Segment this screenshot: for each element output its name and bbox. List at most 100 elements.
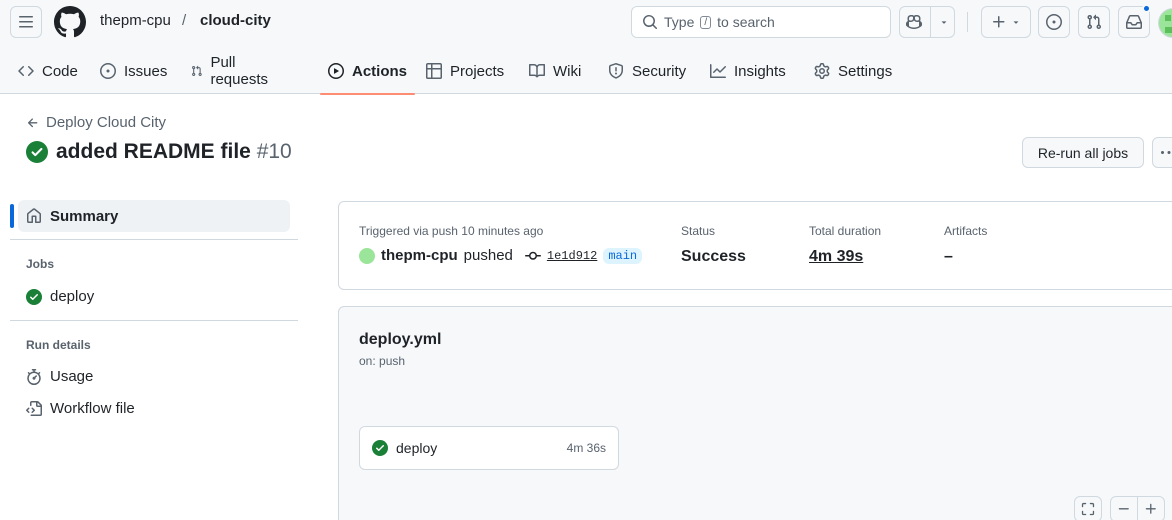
issue-icon <box>1046 14 1062 30</box>
run-number: #10 <box>256 140 292 163</box>
tab-label: Code <box>42 62 78 80</box>
hamburger-icon <box>19 16 33 28</box>
tab-insights[interactable]: Insights <box>710 48 786 94</box>
duration-value-link[interactable]: 4m 39s <box>809 248 863 266</box>
tab-wiki[interactable]: Wiki <box>529 48 581 94</box>
sidebar-item-deploy[interactable]: deploy <box>26 288 94 305</box>
plus-icon <box>993 16 1005 28</box>
tab-code[interactable]: Code <box>18 48 78 94</box>
fullscreen-button[interactable] <box>1074 496 1102 520</box>
more-options-button[interactable] <box>1152 137 1172 168</box>
avatar[interactable] <box>359 247 375 264</box>
tab-label: Projects <box>450 62 505 80</box>
rerun-all-jobs-button[interactable]: Re-run all jobs <box>1022 137 1144 168</box>
check-circle-fill-icon <box>372 440 388 456</box>
arrow-left-icon <box>27 117 38 127</box>
sidebar-item-workflow-file[interactable]: Workflow file <box>26 400 135 417</box>
play-icon <box>328 63 344 79</box>
search-shortcut-key: / <box>700 15 712 29</box>
tab-settings[interactable]: Settings <box>814 48 892 94</box>
header-divider <box>967 12 968 32</box>
inbox-icon <box>1126 14 1142 29</box>
branch-label[interactable]: main <box>603 247 643 264</box>
workflow-file-name: deploy.yml <box>359 331 442 348</box>
zoom-in-button[interactable] <box>1137 496 1165 520</box>
check-circle-fill-icon <box>26 288 42 305</box>
tab-label: Wiki <box>553 62 582 80</box>
table-icon <box>426 63 442 79</box>
duration-label: Total duration <box>809 224 882 238</box>
sidebar-item-label: Usage <box>50 368 94 385</box>
push-details: thepm-cpu pushed 1e1d912 main <box>359 247 643 264</box>
tab-projects[interactable]: Projects <box>426 48 504 94</box>
create-new-button[interactable] <box>981 6 1031 38</box>
push-action: pushed <box>463 247 513 264</box>
repo-header: thepm-cpu / cloud-city Type / to search … <box>0 0 1172 95</box>
tab-security[interactable]: Security <box>608 48 686 94</box>
job-card-deploy[interactable]: deploy 4m 36s <box>359 426 619 470</box>
job-name: deploy <box>396 440 438 456</box>
commit-message: added README file <box>56 140 251 163</box>
run-title: added README file #10 <box>26 140 292 164</box>
tab-label: Issues <box>124 62 168 80</box>
workflow-graph: deploy.yml on: push deploy 4m 36s <box>338 306 1172 520</box>
run-summary-card: Triggered via push 10 minutes ago thepm-… <box>338 201 1172 290</box>
dash-icon <box>1118 508 1129 510</box>
graph-icon <box>710 64 726 78</box>
job-duration: 4m 36s <box>566 441 606 455</box>
file-code-icon <box>26 400 42 416</box>
sidebar-item-label: Summary <box>50 207 119 225</box>
triangle-down-icon[interactable] <box>939 17 949 27</box>
sidebar-item-label: Workflow file <box>50 400 135 417</box>
search-placeholder-suffix: to search <box>717 14 775 30</box>
repo-owner-link[interactable]: thepm-cpu <box>100 12 171 29</box>
search-placeholder-prefix: Type <box>664 14 695 30</box>
sidebar-divider <box>10 320 298 321</box>
sidebar-item-summary[interactable]: Summary <box>18 200 290 232</box>
menu-button[interactable] <box>10 6 42 38</box>
run-details-heading: Run details <box>26 338 91 352</box>
status-label: Status <box>681 224 716 238</box>
kebab-horizontal-icon <box>1161 150 1171 154</box>
tab-actions[interactable]: Actions <box>319 48 416 95</box>
zoom-out-button[interactable] <box>1110 496 1138 520</box>
issue-icon <box>100 63 116 79</box>
tab-label: Settings <box>838 62 893 80</box>
copilot-icon <box>906 14 922 30</box>
copilot-divider <box>930 7 931 37</box>
repo-name-link[interactable]: cloud-city <box>200 12 271 29</box>
code-icon <box>18 65 34 77</box>
artifacts-label: Artifacts <box>944 224 988 238</box>
check-circle-fill-icon <box>26 141 48 163</box>
pull-request-icon <box>1087 14 1102 30</box>
tab-issues[interactable]: Issues <box>100 48 167 94</box>
search-input[interactable]: Type / to search <box>631 6 891 38</box>
tab-pull-requests[interactable]: Pull requests <box>191 48 273 94</box>
sidebar-item-usage[interactable]: Usage <box>26 368 93 385</box>
pull-request-icon <box>192 65 202 77</box>
commit-sha-link[interactable]: 1e1d912 <box>547 249 597 263</box>
github-logo-icon[interactable] <box>54 6 86 38</box>
sidebar-item-label: deploy <box>50 288 95 305</box>
user-avatar[interactable] <box>1158 8 1172 38</box>
jobs-heading: Jobs <box>26 257 55 271</box>
workflow-name: Deploy Cloud City <box>46 114 167 131</box>
copilot-button[interactable] <box>899 6 955 38</box>
trigger-label: Triggered via push 10 minutes ago <box>359 224 544 238</box>
path-separator: / <box>182 12 187 29</box>
tab-label: Insights <box>734 62 786 80</box>
your-issues-button[interactable] <box>1038 6 1070 38</box>
gear-icon <box>814 63 830 79</box>
sidebar-divider <box>10 239 298 240</box>
triangle-down-icon <box>1013 21 1019 24</box>
home-icon <box>27 208 41 223</box>
unread-indicator <box>1142 4 1151 13</box>
back-to-workflow-link[interactable]: Deploy Cloud City <box>26 114 166 131</box>
stopwatch-icon <box>27 368 41 385</box>
screen-full-icon <box>1081 502 1095 516</box>
tab-label: Pull requests <box>210 54 268 88</box>
your-pull-requests-button[interactable] <box>1078 6 1110 38</box>
tab-label: Security <box>632 62 687 80</box>
actor-link[interactable]: thepm-cpu <box>381 247 458 264</box>
book-icon <box>529 63 545 78</box>
